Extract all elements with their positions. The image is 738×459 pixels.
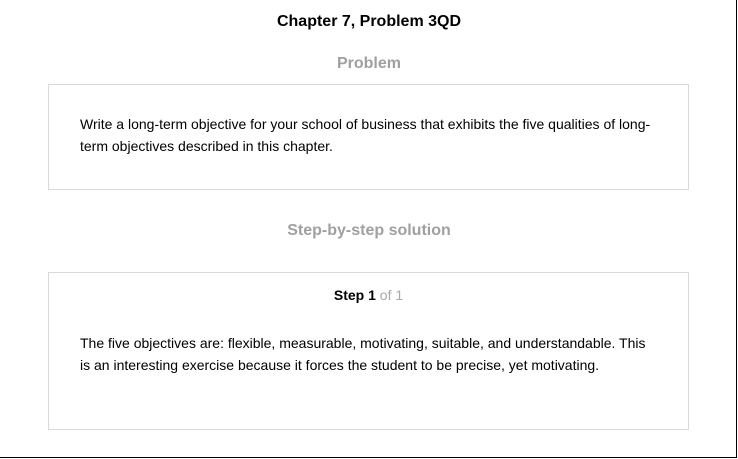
step-total: of 1 [379,287,404,303]
page-title: Chapter 7, Problem 3QD [276,13,462,30]
solution-card: Step 1 of 1 The five objectives are: fle… [48,272,689,430]
step-number: 1 [368,287,376,303]
problem-card: Write a long-term objective for your sch… [48,84,689,190]
problem-heading: Problem [336,55,401,72]
step-word: Step [333,287,365,303]
solution-text: The five objectives are: flexible, measu… [80,335,646,373]
solution-heading: Step-by-step solution [287,222,451,239]
problem-text: Write a long-term objective for your sch… [80,116,651,154]
step-indicator: Step 1 of 1 [49,286,688,304]
